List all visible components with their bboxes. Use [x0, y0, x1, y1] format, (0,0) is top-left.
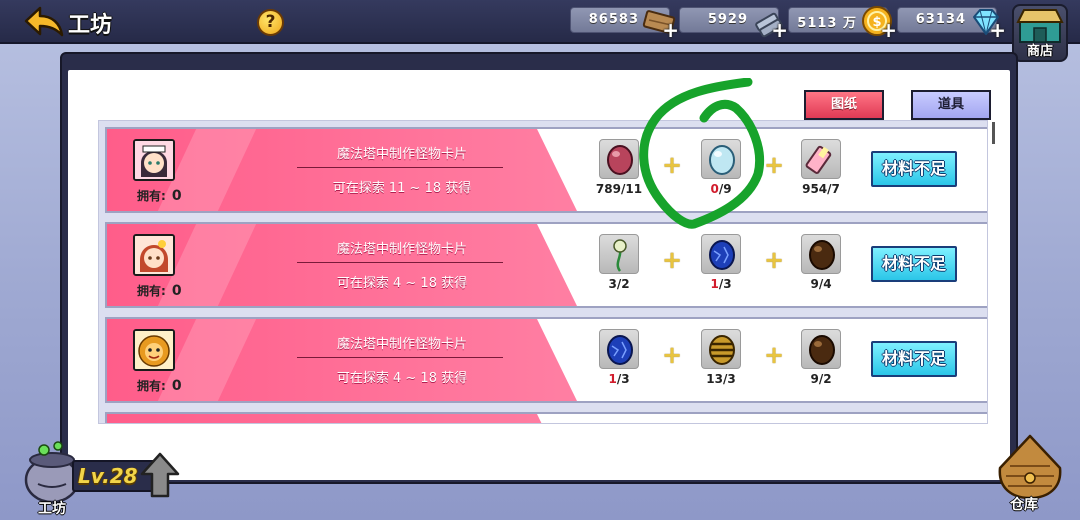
diamond-resource: 63134 + — [897, 7, 1006, 40]
plus-icon: + — [662, 246, 683, 274]
wood-resource: 86583 + — [570, 7, 679, 40]
upgrade-arrow-icon[interactable] — [140, 452, 180, 498]
scrollbar[interactable] — [992, 122, 995, 144]
wood-value: 86583 — [588, 12, 639, 27]
flower-stem-icon — [599, 234, 639, 274]
material-slot[interactable]: 1/3 — [699, 234, 743, 291]
warehouse-label: 仓库 — [1010, 497, 1038, 513]
add-diamond-button[interactable]: + — [989, 20, 1006, 40]
help-button[interactable]: ? — [257, 9, 284, 36]
plus-icon: + — [764, 246, 785, 274]
recipe-source: 可在探索 11 ~ 18 获得 — [332, 181, 472, 196]
recipe-list[interactable]: 拥有: 0 魔法塔中制作怪物卡片 可在探索 11 ~ 18 获得 789/11 +… — [98, 120, 988, 424]
material-count: 954/7 — [802, 182, 840, 196]
material-slot[interactable]: 1/3 — [597, 329, 641, 386]
red-hair-girl-portrait[interactable] — [133, 234, 175, 276]
material-count: 3/2 — [608, 277, 630, 291]
metal-resource: 5929 + — [679, 7, 788, 40]
back-arrow-icon[interactable] — [22, 4, 66, 38]
blue-orb-icon — [599, 329, 639, 369]
recipe-source: 可在探索 4 ~ 18 获得 — [336, 276, 468, 291]
red-gem-icon — [599, 139, 639, 179]
workshop-panel: 图纸 道具 拥有: 0 魔法塔中制作怪物卡片 可在探索 11 ~ 18 获得 78… — [60, 52, 1018, 484]
divider — [297, 262, 503, 263]
material-slot[interactable]: 789/11 — [596, 139, 642, 196]
owned-count: 拥有: 0 — [137, 188, 182, 204]
recipe-name: 魔法塔中制作怪物卡片 — [336, 242, 467, 257]
material-slot[interactable]: 3/2 — [597, 234, 641, 291]
shop-label: 商店 — [1026, 44, 1053, 59]
insufficient-materials-button[interactable]: 材料不足 — [871, 246, 957, 282]
workshop-level: Lv.28 — [78, 464, 138, 488]
material-count: 13/3 — [706, 372, 736, 386]
striped-egg-icon — [701, 329, 741, 369]
pink-crystal-icon — [801, 139, 841, 179]
add-wood-button[interactable]: + — [662, 20, 679, 40]
material-count: 9/2 — [810, 372, 832, 386]
maid-girl-portrait[interactable] — [133, 139, 175, 181]
workshop-label: 工坊 — [38, 501, 66, 517]
material-count: 1/3 — [608, 372, 630, 386]
recipe-card: 拥有: 0 魔法塔中制作怪物卡片 可在探索 4 ~ 18 获得 1/3 + 13/… — [105, 317, 987, 403]
material-count: 9/4 — [810, 277, 832, 291]
gold-resource: 5113 万 $ + — [788, 6, 897, 40]
brown-egg-icon — [801, 234, 841, 274]
material-slot[interactable]: 13/3 — [699, 329, 743, 386]
recipe-card: 拥有: 0 魔法塔中制作怪物卡片 可在探索 11 ~ 18 获得 789/11 +… — [105, 127, 987, 213]
shop-button[interactable]: 商店 — [1012, 4, 1068, 62]
divider — [297, 167, 503, 168]
material-slot[interactable]: 9/4 — [799, 234, 843, 291]
add-metal-button[interactable]: + — [771, 20, 788, 40]
recipe-name: 魔法塔中制作怪物卡片 — [336, 337, 467, 352]
gold-value: 5113 万 — [797, 16, 857, 31]
material-slot[interactable]: 954/7 — [799, 139, 843, 196]
owned-count: 拥有: 0 — [137, 378, 182, 394]
insufficient-materials-button[interactable]: 材料不足 — [871, 341, 957, 377]
recipe-name: 魔法塔中制作怪物卡片 — [336, 147, 467, 162]
warehouse-sack-icon — [998, 434, 1062, 500]
brown-egg-icon — [801, 329, 841, 369]
plus-icon: + — [662, 341, 683, 369]
panel-content: 图纸 道具 拥有: 0 魔法塔中制作怪物卡片 可在探索 11 ~ 18 获得 78… — [68, 70, 1010, 480]
plus-icon: + — [764, 151, 785, 179]
metal-value: 5929 — [707, 12, 748, 27]
material-count: 789/11 — [595, 182, 643, 196]
material-slot[interactable]: 9/2 — [799, 329, 843, 386]
diamond-value: 63134 — [915, 12, 966, 27]
material-count: 0/9 — [710, 182, 732, 196]
page-title: 工坊 — [68, 13, 113, 38]
tab-blueprints[interactable]: 图纸 — [804, 90, 884, 120]
owned-count: 拥有: 0 — [137, 283, 182, 299]
recipe-source: 可在探索 4 ~ 18 获得 — [336, 371, 468, 386]
add-gold-button[interactable]: + — [880, 20, 897, 40]
tab-items[interactable]: 道具 — [911, 90, 991, 120]
recipe-card — [105, 412, 987, 423]
divider — [297, 357, 503, 358]
insufficient-materials-button[interactable]: 材料不足 — [871, 151, 957, 187]
plus-icon: + — [764, 341, 785, 369]
material-slot[interactable]: 0/9 — [699, 139, 743, 196]
card-banner — [107, 414, 577, 423]
blue-orb-icon — [701, 234, 741, 274]
material-count: 1/3 — [710, 277, 732, 291]
lion-monster-portrait[interactable] — [133, 329, 175, 371]
recipe-card: 拥有: 0 魔法塔中制作怪物卡片 可在探索 4 ~ 18 获得 3/2 + 1/3 — [105, 222, 987, 308]
top-bar: 工坊 ? 86583 + 5929 + 5113 万 $ + 63134 + — [0, 0, 1080, 44]
plus-icon: + — [662, 151, 683, 179]
light-blue-gem-icon — [701, 139, 741, 179]
